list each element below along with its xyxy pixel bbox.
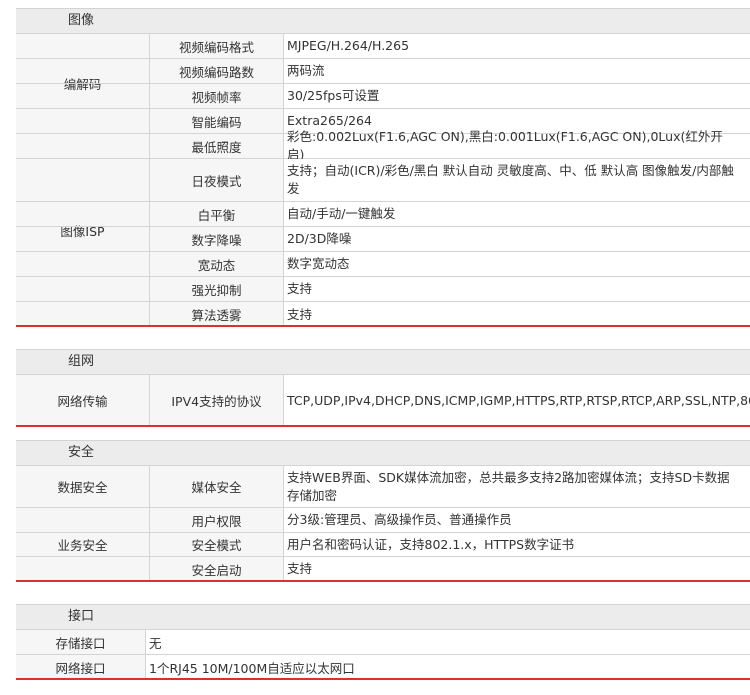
row-value: 分3级:管理员、高级操作员、普通操作员 xyxy=(284,508,750,532)
table-row: 最低照度 彩色:0.002Lux(F1.6,AGC ON),黑白:0.001Lu… xyxy=(16,129,750,162)
table-row: 日夜模式 支持；自动(ICR)/彩色/黑白 默认自动 灵敏度高、中、低 默认高 … xyxy=(16,159,750,202)
table-row: 网络传输 IPV4支持的协议 TCP,UDP,IPv4,DHCP,DNS,ICM… xyxy=(16,375,750,426)
row-value: 无 xyxy=(146,630,750,654)
section-header: 图像 xyxy=(16,9,750,34)
row-label: 用户权限 xyxy=(150,508,284,532)
table-row: 算法透雾 支持 xyxy=(16,302,750,327)
table-row: 白平衡 自动/手动/一键触发 xyxy=(16,202,750,227)
row-value: 2D/3D降噪 xyxy=(284,227,750,251)
table-row: 网络接口 1个RJ45 10M/100M自适应以太网口 xyxy=(16,655,750,679)
table-row: 宽动态 数字宽动态 xyxy=(16,252,750,277)
section-divider xyxy=(16,425,750,427)
table-row: 视频编码路数 两码流 xyxy=(16,59,750,84)
section-title: 组网 xyxy=(68,354,95,369)
table-row: 安全启动 支持 xyxy=(16,557,750,581)
row-label: 日夜模式 xyxy=(150,159,284,201)
row-value: 支持 xyxy=(284,302,750,327)
table-row: 视频帧率 30/25fps可设置 xyxy=(16,84,750,109)
section-divider xyxy=(16,580,750,582)
group-label: 数据安全 xyxy=(16,466,150,507)
security-section: 安全 数据安全 媒体安全 支持WEB界面、SDK媒体流加密，总共最多支持2路加密… xyxy=(16,440,750,581)
row-value: 30/25fps可设置 xyxy=(284,84,750,108)
row-value: 支持；自动(ICR)/彩色/黑白 默认自动 灵敏度高、中、低 默认高 图像触发/… xyxy=(284,159,750,201)
section-divider xyxy=(16,325,750,327)
group-label: 网络传输 xyxy=(16,375,150,426)
row-value: 支持 xyxy=(284,277,750,301)
row-label: 网络接口 xyxy=(16,655,146,679)
row-value: 1个RJ45 10M/100M自适应以太网口 xyxy=(146,655,750,679)
table-row: 视频编码格式 MJPEG/H.264/H.265 xyxy=(16,34,750,59)
section-header: 安全 xyxy=(16,441,750,466)
section-title: 安全 xyxy=(68,445,95,460)
row-value: MJPEG/H.264/H.265 xyxy=(284,34,750,58)
row-value: 两码流 xyxy=(284,59,750,83)
table-row: 强光抑制 支持 xyxy=(16,277,750,302)
row-label: 视频编码路数 xyxy=(150,59,284,83)
row-label: 视频帧率 xyxy=(150,84,284,108)
row-value: 数字宽动态 xyxy=(284,252,750,276)
row-label: 安全模式 xyxy=(150,533,284,556)
row-label: 算法透雾 xyxy=(150,302,284,327)
row-label: 强光抑制 xyxy=(150,277,284,301)
section-header: 组网 xyxy=(16,350,750,375)
row-label: 媒体安全 xyxy=(150,466,284,507)
table-row: 存储接口 无 xyxy=(16,630,750,655)
row-label: 视频编码格式 xyxy=(150,34,284,58)
section-header: 接口 xyxy=(16,605,750,630)
row-value: 彩色:0.002Lux(F1.6,AGC ON),黑白:0.001Lux(F1.… xyxy=(284,129,750,162)
row-label: 存储接口 xyxy=(16,630,146,654)
section-divider xyxy=(16,678,750,680)
row-value: 支持WEB界面、SDK媒体流加密，总共最多支持2路加密媒体流；支持SD卡数据存储… xyxy=(284,466,750,507)
section-title: 接口 xyxy=(68,609,95,624)
image-section: 图像 编解码 视频编码格式 MJPEG/H.264/H.265 视频编码路数 两… xyxy=(16,8,750,327)
row-value: 支持 xyxy=(284,557,750,581)
row-label: 宽动态 xyxy=(150,252,284,276)
row-value: 自动/手动/一键触发 xyxy=(284,202,750,226)
row-value: TCP,UDP,IPv4,DHCP,DNS,ICMP,IGMP,HTTPS,RT… xyxy=(284,375,750,426)
table-row: 数据安全 媒体安全 支持WEB界面、SDK媒体流加密，总共最多支持2路加密媒体流… xyxy=(16,466,750,508)
table-row: 用户权限 分3级:管理员、高级操作员、普通操作员 xyxy=(16,508,750,533)
interface-section: 接口 存储接口 无 网络接口 1个RJ45 10M/100M自适应以太网口 xyxy=(16,604,750,679)
network-section: 组网 网络传输 IPV4支持的协议 TCP,UDP,IPv4,DHCP,DNS,… xyxy=(16,349,750,426)
row-label: 白平衡 xyxy=(150,202,284,226)
row-label: 智能编码 xyxy=(150,109,284,133)
table-row: 数字降噪 2D/3D降噪 xyxy=(16,227,750,252)
row-label: 安全启动 xyxy=(150,557,284,581)
row-value: 用户名和密码认证，支持802.1.x，HTTPS数字证书 xyxy=(284,533,750,556)
section-title: 图像 xyxy=(68,13,95,28)
row-label: 数字降噪 xyxy=(150,227,284,251)
table-row: 安全模式 用户名和密码认证，支持802.1.x，HTTPS数字证书 xyxy=(16,533,750,557)
row-label: 最低照度 xyxy=(150,134,284,158)
row-label: IPV4支持的协议 xyxy=(150,375,284,426)
